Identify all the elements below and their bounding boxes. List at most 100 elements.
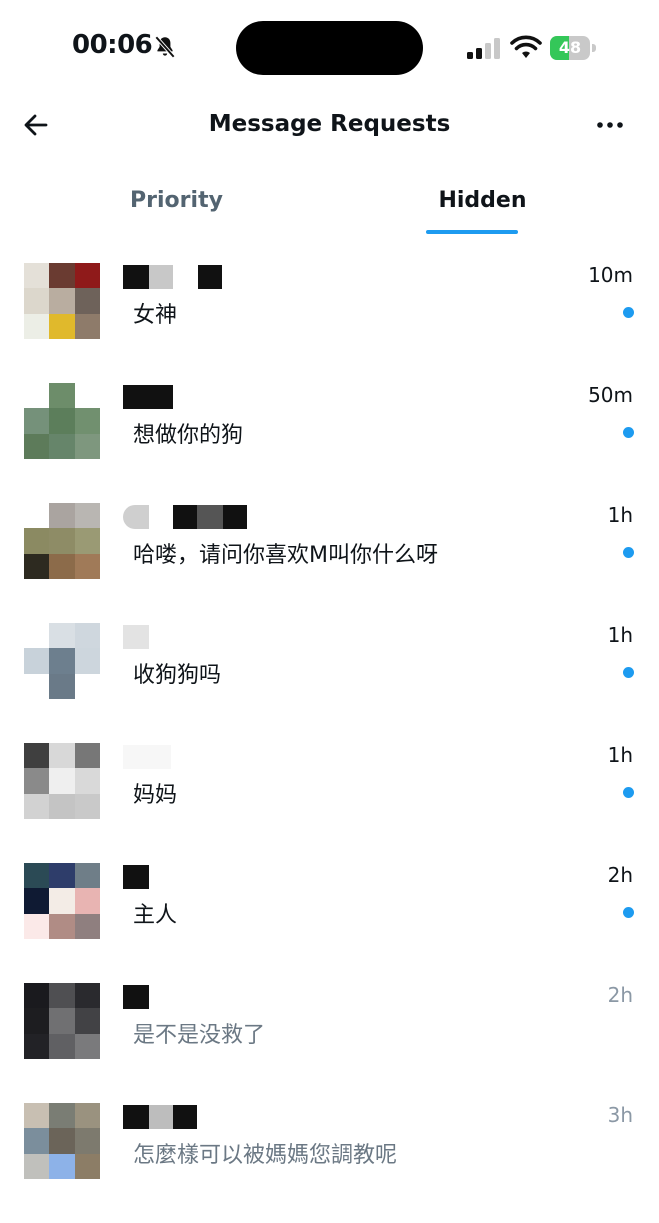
avatar[interactable] — [24, 263, 100, 339]
message-preview: 主人 — [133, 903, 178, 928]
status-time: 00:06 — [72, 30, 153, 60]
avatar-pixel — [74, 743, 100, 769]
tab-hidden[interactable]: Hidden — [318, 168, 647, 238]
avatar-pixel — [49, 288, 75, 314]
avatar-pixel — [74, 383, 100, 409]
avatar-pixel — [74, 408, 100, 434]
timestamp: 3h — [607, 1103, 633, 1127]
avatar-pixel — [24, 983, 50, 1009]
avatar-pixel — [74, 1128, 100, 1154]
avatar-pixel — [74, 983, 100, 1009]
avatar-pixel — [24, 1103, 50, 1129]
avatar-pixel — [74, 648, 100, 674]
conversation-row[interactable]: 1h 收狗狗吗 — [0, 623, 659, 743]
message-preview: 哈喽，请问你喜欢M叫你什么呀 — [133, 543, 438, 568]
avatar-pixel — [49, 913, 75, 939]
bell-slash-icon — [154, 35, 176, 59]
avatar-pixel — [24, 313, 50, 339]
avatar-pixel — [49, 408, 75, 434]
avatar-pixel — [49, 743, 75, 769]
sender-name-redacted — [123, 505, 263, 531]
avatar-pixel — [49, 1008, 75, 1034]
wifi-icon — [510, 35, 542, 58]
avatar-pixel — [24, 673, 50, 699]
avatar-pixel — [49, 1033, 75, 1059]
timestamp: 1h — [607, 503, 633, 527]
sender-name-redacted — [123, 625, 263, 651]
avatar[interactable] — [24, 503, 100, 579]
more-options-icon[interactable] — [592, 109, 628, 141]
avatar-pixel — [49, 623, 75, 649]
avatar-pixel — [24, 433, 50, 459]
avatar-pixel — [49, 1103, 75, 1129]
avatar-pixel — [24, 553, 50, 579]
dynamic-island — [236, 21, 423, 75]
unread-indicator — [623, 547, 634, 558]
avatar-pixel — [24, 263, 50, 289]
conversation-row[interactable]: 1h 哈喽，请问你喜欢M叫你什么呀 — [0, 503, 659, 623]
avatar-pixel — [49, 383, 75, 409]
avatar-pixel — [49, 648, 75, 674]
avatar-pixel — [24, 743, 50, 769]
avatar-pixel — [49, 1153, 75, 1179]
avatar-pixel — [49, 503, 75, 529]
avatar-pixel — [24, 623, 50, 649]
status-bar: 00:06 48 — [0, 0, 659, 95]
avatar[interactable] — [24, 743, 100, 819]
sender-name-redacted — [123, 865, 263, 891]
avatar-pixel — [49, 553, 75, 579]
conversation-row[interactable]: 10m 女神 — [0, 263, 659, 383]
avatar-pixel — [49, 768, 75, 794]
avatar-pixel — [24, 1008, 50, 1034]
conversation-row[interactable]: 2h 是不是没救了 — [0, 983, 659, 1103]
avatar-pixel — [24, 503, 50, 529]
timestamp: 2h — [607, 863, 633, 887]
avatar-pixel — [74, 288, 100, 314]
timestamp: 50m — [588, 383, 633, 407]
avatar-pixel — [74, 623, 100, 649]
avatar-pixel — [74, 888, 100, 914]
tab-bar: Priority Hidden — [0, 168, 659, 238]
unread-indicator — [623, 907, 634, 918]
conversation-row[interactable]: 50m 想做你的狗 — [0, 383, 659, 503]
avatar[interactable] — [24, 383, 100, 459]
message-preview: 怎麼樣可以被媽媽您調教呢 — [133, 1143, 398, 1168]
avatar-pixel — [24, 863, 50, 889]
avatar[interactable] — [24, 863, 100, 939]
unread-indicator — [623, 787, 634, 798]
avatar-pixel — [74, 768, 100, 794]
avatar-pixel — [49, 433, 75, 459]
avatar[interactable] — [24, 623, 100, 699]
avatar-pixel — [49, 263, 75, 289]
sender-name-redacted — [123, 985, 263, 1011]
avatar-pixel — [24, 913, 50, 939]
avatar[interactable] — [24, 1103, 100, 1179]
avatar[interactable] — [24, 983, 100, 1059]
avatar-pixel — [24, 383, 50, 409]
timestamp: 10m — [588, 263, 633, 287]
avatar-pixel — [24, 1033, 50, 1059]
sender-name-redacted — [123, 385, 263, 411]
sender-name-redacted — [123, 265, 263, 291]
sender-name-redacted — [123, 1105, 263, 1131]
conversation-row[interactable]: 3h 怎麼樣可以被媽媽您調教呢 — [0, 1103, 659, 1223]
avatar-pixel — [49, 793, 75, 819]
avatar-pixel — [49, 983, 75, 1009]
avatar-pixel — [74, 313, 100, 339]
avatar-pixel — [74, 528, 100, 554]
message-preview: 收狗狗吗 — [133, 663, 222, 688]
avatar-pixel — [49, 313, 75, 339]
conversation-row[interactable]: 1h 妈妈 — [0, 743, 659, 863]
avatar-pixel — [74, 1008, 100, 1034]
conversation-row[interactable]: 2h 主人 — [0, 863, 659, 983]
avatar-pixel — [49, 528, 75, 554]
tab-priority-label: Priority — [130, 188, 223, 213]
avatar-pixel — [49, 888, 75, 914]
avatar-pixel — [24, 1153, 50, 1179]
avatar-pixel — [74, 913, 100, 939]
tab-priority[interactable]: Priority — [12, 168, 341, 238]
avatar-pixel — [49, 863, 75, 889]
avatar-pixel — [49, 1128, 75, 1154]
avatar-pixel — [24, 288, 50, 314]
avatar-pixel — [74, 1033, 100, 1059]
